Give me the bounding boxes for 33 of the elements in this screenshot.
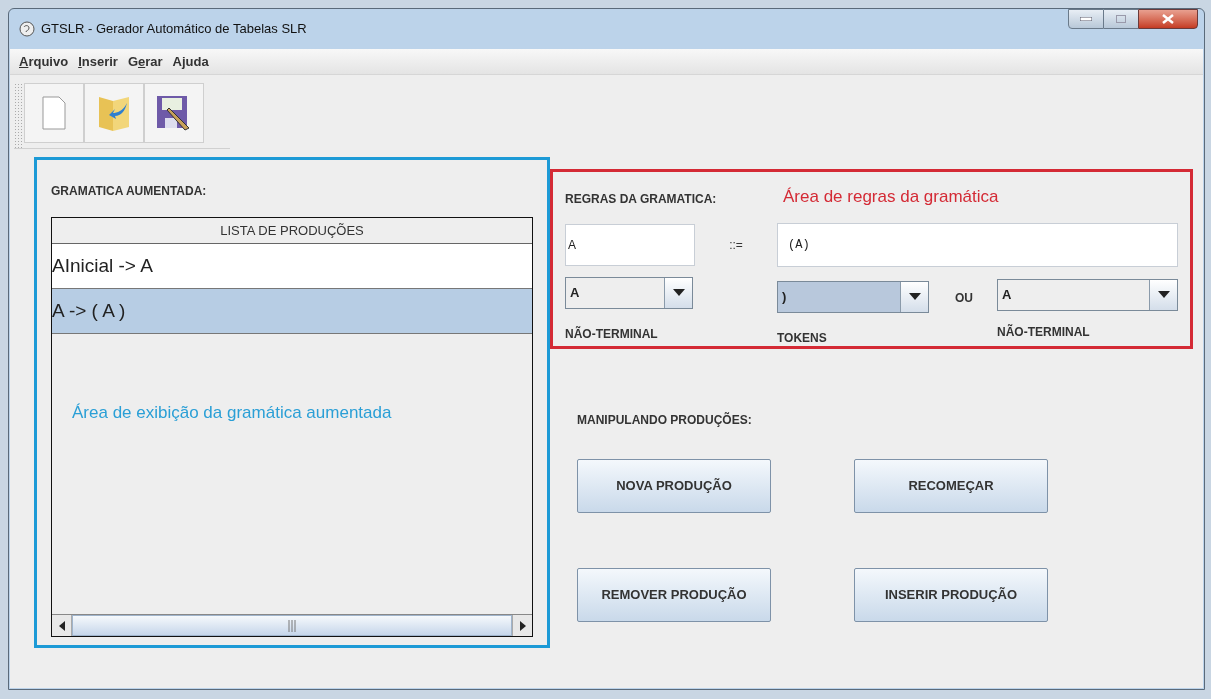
annotation-text: Área de regras da gramática [783,186,999,208]
action-button[interactable]: REMOVER PRODUÇÃO [577,568,771,622]
window-title: GTSLR - Gerador Automático de Tabelas SLR [41,20,307,39]
minimize-button[interactable] [1068,9,1104,29]
app-icon [19,21,35,37]
menu-item[interactable]: Inserir [78,51,118,72]
blank-page-icon [42,96,66,130]
close-button[interactable] [1138,9,1198,29]
section-label: REGRAS DA GRAMATICA: [565,190,718,208]
or-label: OU [954,289,974,307]
maximize-button[interactable] [1104,9,1138,29]
annotation-text: Área de exibição da gramática aumentada [72,402,392,424]
menu-item[interactable]: Gerar [127,51,163,72]
rhs-input-field[interactable]: (A) [777,222,1178,267]
combo-value[interactable]: ) [778,281,900,312]
section-label: MANIPULANDO PRODUÇÕES: [577,411,753,429]
combo-caption: NÃO-TERMINAL [565,325,659,343]
menu-item[interactable]: Arquivo [19,51,69,72]
list-row[interactable]: AInicial -> A [52,244,532,289]
action-button[interactable]: RECOMEÇAR [854,459,1048,513]
save-button[interactable] [144,83,204,143]
combo-caption: NÃO-TERMINAL [997,323,1091,341]
maximize-icon [1116,15,1126,23]
menu-item[interactable]: Ajuda [172,51,209,72]
lhs-input-field[interactable]: A [565,223,695,266]
combo-caption: TOKENS [777,329,828,347]
section-label: GRAMATICA AUMENTADA: [51,183,208,200]
list-row[interactable]: A -> ( A ) [52,289,532,334]
close-icon [1162,14,1174,24]
action-button[interactable]: INSERIR PRODUÇÃO [854,568,1048,622]
minimize-icon [1080,17,1092,21]
assignment-symbol: ::= [728,236,744,254]
action-button[interactable]: NOVA PRODUÇÃO [577,459,771,513]
